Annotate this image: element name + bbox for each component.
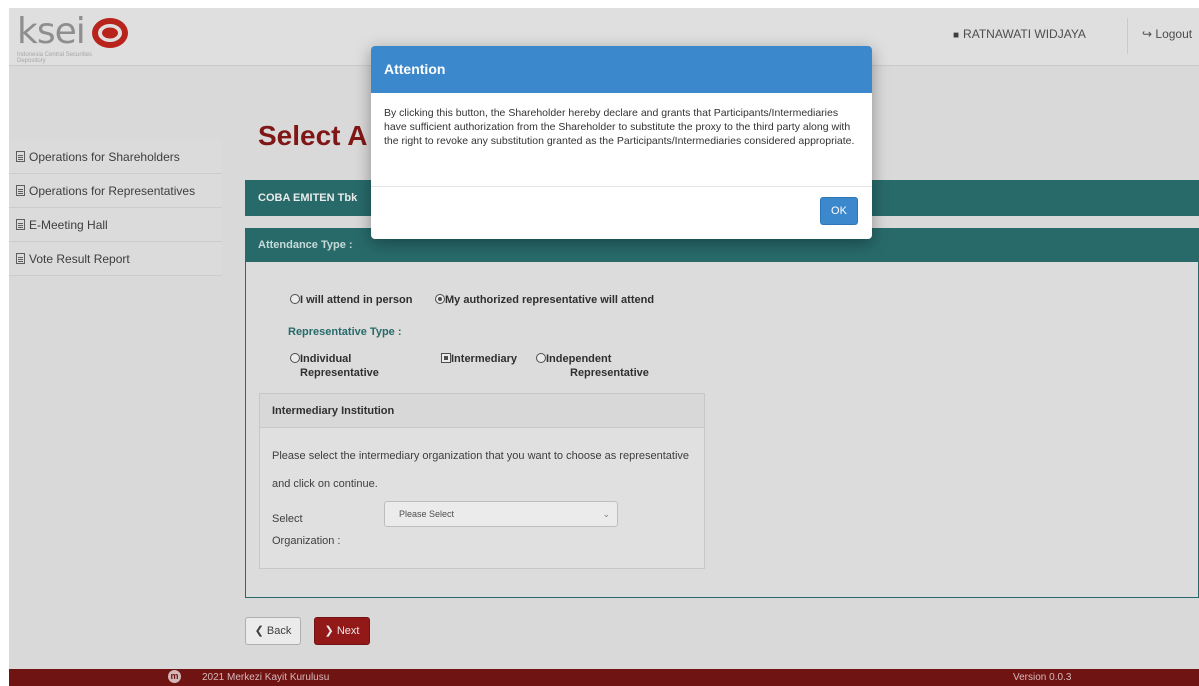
app-frame: ksei Indonesia Central Securities Deposi… — [9, 8, 1199, 686]
modal-footer: OK — [371, 187, 872, 239]
attention-modal: Attention By clicking this button, the S… — [371, 46, 872, 239]
modal-message: By clicking this button, the Shareholder… — [371, 93, 872, 187]
ok-button[interactable]: OK — [820, 197, 858, 225]
modal-title: Attention — [371, 46, 872, 93]
